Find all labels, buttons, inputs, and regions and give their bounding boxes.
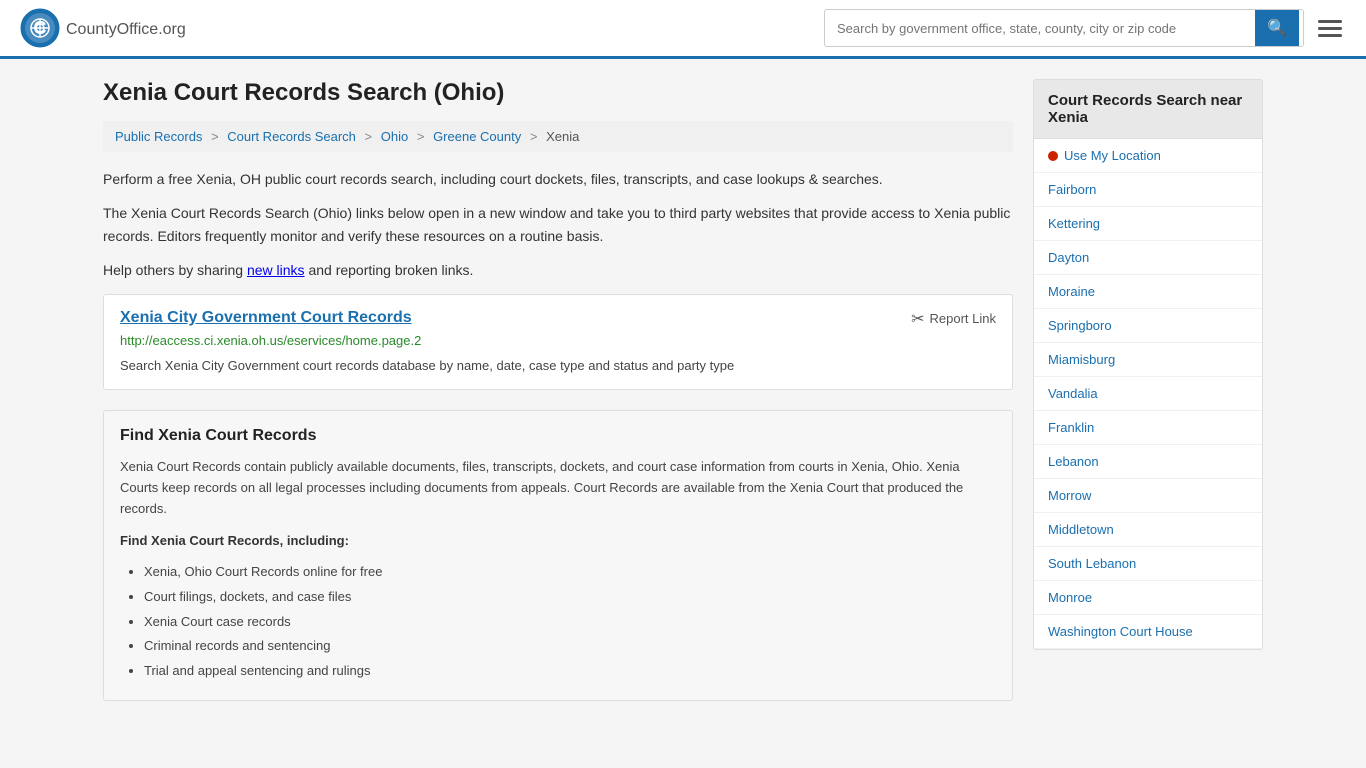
- sidebar-link-fairborn[interactable]: Fairborn: [1048, 182, 1096, 197]
- sidebar-link-franklin[interactable]: Franklin: [1048, 420, 1094, 435]
- search-icon: 🔍: [1267, 20, 1287, 37]
- sidebar-item-kettering[interactable]: Kettering: [1034, 207, 1262, 241]
- sidebar-use-location[interactable]: Use My Location: [1034, 139, 1262, 173]
- sidebar-link-miamisburg[interactable]: Miamisburg: [1048, 352, 1115, 367]
- find-section-title: Find Xenia Court Records: [120, 427, 996, 445]
- content-area: Xenia Court Records Search (Ohio) Public…: [103, 79, 1013, 717]
- sidebar-item-washington-court-house[interactable]: Washington Court House: [1034, 615, 1262, 649]
- header-right: 🔍: [824, 9, 1346, 47]
- sidebar-title: Court Records Search near Xenia: [1034, 80, 1262, 139]
- breadcrumb-public-records[interactable]: Public Records: [115, 129, 202, 144]
- breadcrumb-xenia: Xenia: [546, 129, 579, 144]
- record-link-box: Xenia City Government Court Records ✂ Re…: [103, 294, 1013, 391]
- sidebar-link-kettering[interactable]: Kettering: [1048, 216, 1100, 231]
- sidebar-item-vandalia[interactable]: Vandalia: [1034, 377, 1262, 411]
- sidebar-item-middletown[interactable]: Middletown: [1034, 513, 1262, 547]
- logo-icon: C: [20, 8, 60, 48]
- sidebar-link-moraine[interactable]: Moraine: [1048, 284, 1095, 299]
- sidebar-item-south-lebanon[interactable]: South Lebanon: [1034, 547, 1262, 581]
- find-section-subtitle: Find Xenia Court Records, including:: [120, 531, 996, 552]
- logo-area[interactable]: C CountyOffice.org: [20, 8, 186, 48]
- sidebar-link-springboro[interactable]: Springboro: [1048, 318, 1112, 333]
- hamburger-menu[interactable]: [1314, 16, 1346, 41]
- search-bar: 🔍: [824, 9, 1304, 47]
- site-header: C CountyOffice.org 🔍: [0, 0, 1366, 59]
- sidebar-link-dayton[interactable]: Dayton: [1048, 250, 1089, 265]
- record-link-title[interactable]: Xenia City Government Court Records: [120, 309, 412, 327]
- sidebar-item-moraine[interactable]: Moraine: [1034, 275, 1262, 309]
- sidebar: Court Records Search near Xenia Use My L…: [1033, 79, 1263, 717]
- sidebar-item-springboro[interactable]: Springboro: [1034, 309, 1262, 343]
- sidebar-box: Court Records Search near Xenia Use My L…: [1033, 79, 1263, 650]
- breadcrumb-sep-2: >: [365, 129, 373, 144]
- sidebar-item-monroe[interactable]: Monroe: [1034, 581, 1262, 615]
- breadcrumb-sep-1: >: [211, 129, 219, 144]
- sidebar-item-dayton[interactable]: Dayton: [1034, 241, 1262, 275]
- find-section: Find Xenia Court Records Xenia Court Rec…: [103, 410, 1013, 701]
- record-link-header: Xenia City Government Court Records ✂ Re…: [120, 309, 996, 329]
- sidebar-item-franklin[interactable]: Franklin: [1034, 411, 1262, 445]
- find-items-list: Xenia, Ohio Court Records online for fre…: [144, 560, 996, 683]
- report-icon: ✂: [911, 309, 924, 329]
- breadcrumb-sep-3: >: [417, 129, 425, 144]
- sidebar-link-morrow[interactable]: Morrow: [1048, 488, 1091, 503]
- sidebar-item-miamisburg[interactable]: Miamisburg: [1034, 343, 1262, 377]
- breadcrumb-sep-4: >: [530, 129, 538, 144]
- sidebar-link-lebanon[interactable]: Lebanon: [1048, 454, 1099, 469]
- sidebar-link-middletown[interactable]: Middletown: [1048, 522, 1114, 537]
- record-url[interactable]: http://eaccess.ci.xenia.oh.us/eservices/…: [120, 333, 996, 348]
- main-container: Xenia Court Records Search (Ohio) Public…: [83, 59, 1283, 737]
- menu-line-3: [1318, 34, 1342, 37]
- report-label: Report Link: [930, 311, 996, 326]
- sidebar-item-morrow[interactable]: Morrow: [1034, 479, 1262, 513]
- breadcrumb-court-records[interactable]: Court Records Search: [227, 129, 356, 144]
- record-description: Search Xenia City Government court recor…: [120, 356, 996, 376]
- logo-org: .org: [158, 21, 186, 38]
- list-item: Criminal records and sentencing: [144, 634, 996, 659]
- menu-line-2: [1318, 27, 1342, 30]
- location-icon: [1048, 151, 1058, 161]
- breadcrumb-ohio[interactable]: Ohio: [381, 129, 408, 144]
- logo-text: CountyOffice.org: [66, 17, 186, 40]
- list-item: Court filings, dockets, and case files: [144, 585, 996, 610]
- sidebar-link-washington-court-house[interactable]: Washington Court House: [1048, 624, 1193, 639]
- search-button[interactable]: 🔍: [1255, 10, 1299, 46]
- list-item: Xenia Court case records: [144, 610, 996, 635]
- sidebar-item-lebanon[interactable]: Lebanon: [1034, 445, 1262, 479]
- sidebar-link-monroe[interactable]: Monroe: [1048, 590, 1092, 605]
- list-item: Trial and appeal sentencing and rulings: [144, 659, 996, 684]
- find-section-description: Xenia Court Records contain publicly ava…: [120, 457, 996, 519]
- sidebar-item-fairborn[interactable]: Fairborn: [1034, 173, 1262, 207]
- list-item: Xenia, Ohio Court Records online for fre…: [144, 560, 996, 585]
- report-link-button[interactable]: ✂ Report Link: [911, 309, 996, 329]
- intro-3-text: Help others by sharing: [103, 262, 243, 278]
- sidebar-link-south-lebanon[interactable]: South Lebanon: [1048, 556, 1136, 571]
- search-input[interactable]: [825, 13, 1255, 44]
- new-links-link[interactable]: new links: [247, 262, 305, 278]
- intro-paragraph-3: Help others by sharing new links and rep…: [103, 259, 1013, 281]
- page-title: Xenia Court Records Search (Ohio): [103, 79, 1013, 107]
- breadcrumb: Public Records > Court Records Search > …: [103, 121, 1013, 152]
- intro-paragraph-1: Perform a free Xenia, OH public court re…: [103, 168, 1013, 190]
- breadcrumb-greene-county[interactable]: Greene County: [433, 129, 521, 144]
- intro-3-end: and reporting broken links.: [308, 262, 473, 278]
- intro-paragraph-2: The Xenia Court Records Search (Ohio) li…: [103, 202, 1013, 247]
- menu-line-1: [1318, 20, 1342, 23]
- logo-name: CountyOffice: [66, 21, 158, 38]
- use-location-label: Use My Location: [1064, 148, 1161, 163]
- sidebar-link-vandalia[interactable]: Vandalia: [1048, 386, 1098, 401]
